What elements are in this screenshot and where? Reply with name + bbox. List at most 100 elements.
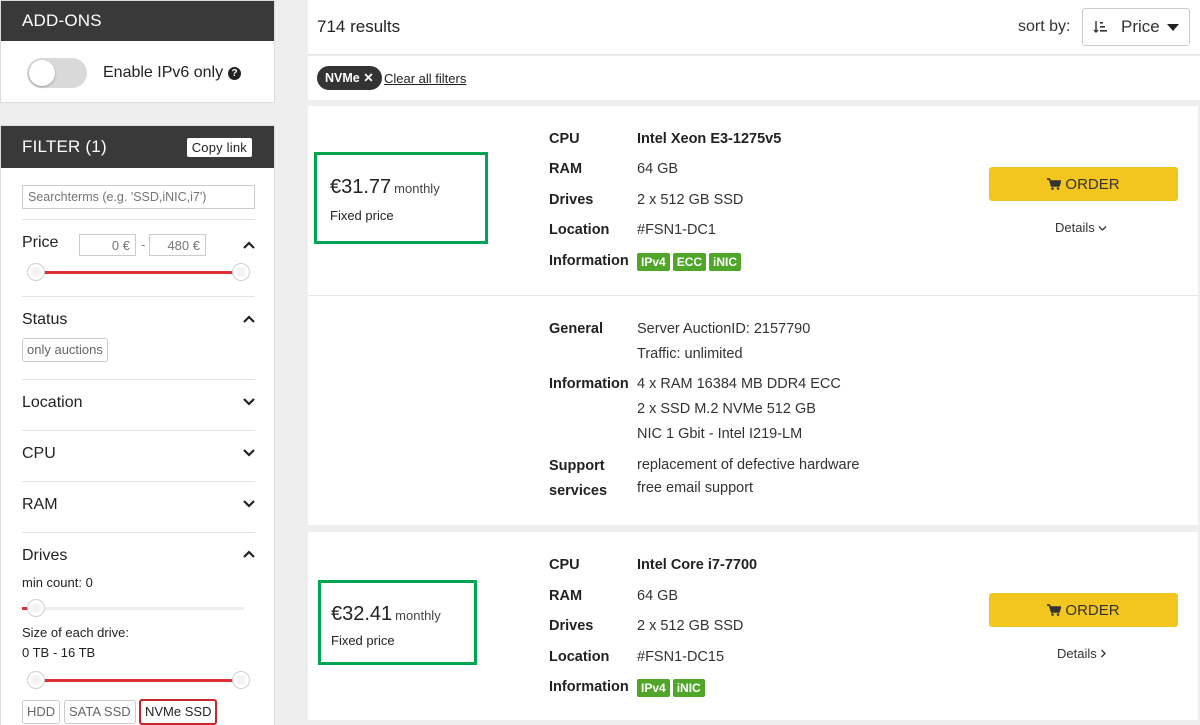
cpu-label: CPU bbox=[549, 557, 580, 573]
ipv4-badge: IPv4 bbox=[637, 679, 670, 697]
support-line: replacement of defective hardware bbox=[637, 457, 860, 473]
currency-symbol: € bbox=[192, 238, 200, 253]
drive-size-min-handle[interactable] bbox=[27, 671, 45, 689]
drive-type-sata-ssd[interactable]: SATA SSD bbox=[64, 700, 136, 724]
server-card: €31.77 monthly Fixed price CPU Intel Xeon… bbox=[308, 106, 1198, 525]
cpu-label: CPU bbox=[549, 131, 580, 147]
only-auctions-tag[interactable]: only auctions bbox=[22, 338, 108, 362]
general-line: Server AuctionID: 2157790 bbox=[637, 321, 811, 337]
chevron-down-icon[interactable] bbox=[243, 448, 255, 458]
information-label: Information bbox=[549, 679, 629, 695]
information-line: 4 x RAM 16384 MB DDR4 ECC bbox=[637, 376, 841, 392]
status-section-title: Status bbox=[22, 311, 68, 328]
server-card: €32.41 monthly Fixed price CPU Intel Core… bbox=[308, 532, 1198, 720]
price-amount: €31.77 monthly bbox=[330, 176, 440, 199]
feature-badges: IPv4 iNIC bbox=[637, 679, 708, 697]
cpu-section-title[interactable]: CPU bbox=[22, 445, 56, 463]
chevron-up-icon[interactable] bbox=[243, 240, 255, 250]
drive-size-range: 0 TB - 16 TB bbox=[22, 645, 96, 660]
price-section-title: Price bbox=[22, 234, 59, 251]
drives-label: Drives bbox=[549, 618, 594, 634]
location-label: Location bbox=[549, 222, 610, 238]
price-max-value: 480 bbox=[167, 238, 190, 253]
price-slider-track bbox=[37, 271, 241, 274]
drives-value: 2 x 512 GB SSD bbox=[637, 618, 744, 634]
price-amount: €32.41 monthly bbox=[331, 603, 441, 626]
ipv6-toggle[interactable] bbox=[27, 58, 87, 88]
ram-section-title[interactable]: RAM bbox=[22, 496, 58, 514]
drive-size-max-handle[interactable] bbox=[232, 671, 250, 689]
drives-section-title: Drives bbox=[22, 547, 68, 564]
price-type: Fixed price bbox=[331, 633, 395, 648]
feature-badges: IPv4 ECC iNIC bbox=[637, 253, 744, 271]
location-value: #FSN1-DC15 bbox=[637, 649, 725, 665]
divider bbox=[22, 296, 255, 297]
order-label: ORDER bbox=[1065, 601, 1120, 619]
drive-type-hdd[interactable]: HDD bbox=[22, 700, 61, 724]
ram-value: 64 GB bbox=[637, 588, 679, 604]
filter-panel: FILTER (1) Copy link Price 0 € - 480 € S… bbox=[0, 125, 275, 725]
chevron-down-icon bbox=[1098, 226, 1107, 231]
drive-size-slider-track bbox=[37, 679, 241, 682]
divider bbox=[22, 481, 255, 482]
drive-type-nvme-ssd[interactable]: NVMe SSD bbox=[139, 699, 218, 725]
nvme-filter-chip[interactable]: NVMe ✕ bbox=[317, 66, 382, 90]
price-max-input[interactable]: 480 € bbox=[149, 234, 206, 256]
order-label: ORDER bbox=[1065, 175, 1120, 193]
price-min-input[interactable]: 0 € bbox=[79, 234, 136, 256]
range-dash: - bbox=[141, 237, 146, 252]
chevron-up-icon[interactable] bbox=[243, 549, 255, 559]
location-value: #FSN1-DC1 bbox=[637, 222, 716, 238]
currency-symbol: € bbox=[122, 238, 130, 253]
information-label: Information bbox=[549, 253, 629, 269]
ram-label: RAM bbox=[549, 588, 583, 604]
sort-select[interactable]: Price bbox=[1082, 8, 1190, 46]
general-line: Traffic: unlimited bbox=[637, 346, 743, 362]
chip-label: NVMe bbox=[325, 71, 360, 85]
divider bbox=[22, 219, 255, 220]
price-slider-min-handle[interactable] bbox=[27, 263, 45, 281]
help-icon[interactable]: ? bbox=[228, 67, 242, 80]
order-button[interactable]: ORDER bbox=[989, 167, 1178, 201]
ipv4-badge: IPv4 bbox=[637, 253, 670, 271]
price-period: monthly bbox=[395, 608, 441, 623]
ram-value: 64 GB bbox=[637, 161, 679, 177]
inic-badge: iNIC bbox=[672, 679, 705, 697]
cart-icon bbox=[1047, 604, 1062, 616]
details-toggle[interactable]: Details bbox=[1055, 220, 1107, 235]
search-input[interactable] bbox=[22, 185, 255, 209]
location-label: Location bbox=[549, 649, 610, 665]
filter-title: FILTER (1) bbox=[22, 137, 107, 156]
min-count-slider-handle[interactable] bbox=[27, 599, 45, 617]
caret-down-icon bbox=[1167, 24, 1179, 31]
inic-badge: iNIC bbox=[709, 253, 742, 271]
ecc-badge: ECC bbox=[672, 253, 707, 271]
drives-label: Drives bbox=[549, 192, 594, 208]
results-bar: 714 results sort by: Price bbox=[308, 0, 1200, 55]
clear-all-filters-link[interactable]: Clear all filters bbox=[384, 71, 466, 86]
chevron-down-icon[interactable] bbox=[243, 499, 255, 509]
min-count-slider-track bbox=[22, 607, 244, 610]
information-detail-label: Information bbox=[549, 376, 629, 392]
copy-link-button[interactable]: Copy link bbox=[186, 137, 252, 157]
cpu-value: Intel Xeon E3-1275v5 bbox=[637, 131, 782, 147]
information-line: NIC 1 Gbit - Intel I219-LM bbox=[637, 426, 803, 442]
location-section-title[interactable]: Location bbox=[22, 394, 83, 412]
order-button[interactable]: ORDER bbox=[989, 593, 1178, 627]
close-icon[interactable]: ✕ bbox=[363, 71, 373, 85]
price-min-value: 0 bbox=[111, 238, 120, 253]
ipv6-label-text: Enable IPv6 only bbox=[103, 64, 224, 81]
results-count: 714 results bbox=[317, 17, 401, 36]
addons-title: ADD-ONS bbox=[1, 1, 274, 41]
price-slider-max-handle[interactable] bbox=[232, 263, 250, 281]
details-label: Details bbox=[1055, 220, 1095, 235]
ipv6-toggle-row: Enable IPv6 only? bbox=[27, 58, 242, 88]
toggle-knob bbox=[29, 60, 55, 86]
ipv6-label: Enable IPv6 only? bbox=[103, 64, 242, 82]
information-line: 2 x SSD M.2 NVMe 512 GB bbox=[637, 401, 816, 417]
filter-header: FILTER (1) Copy link bbox=[1, 126, 274, 168]
details-toggle[interactable]: Details bbox=[1057, 646, 1107, 661]
chevron-up-icon[interactable] bbox=[243, 314, 255, 324]
price-type: Fixed price bbox=[330, 208, 394, 223]
chevron-down-icon[interactable] bbox=[243, 397, 255, 407]
